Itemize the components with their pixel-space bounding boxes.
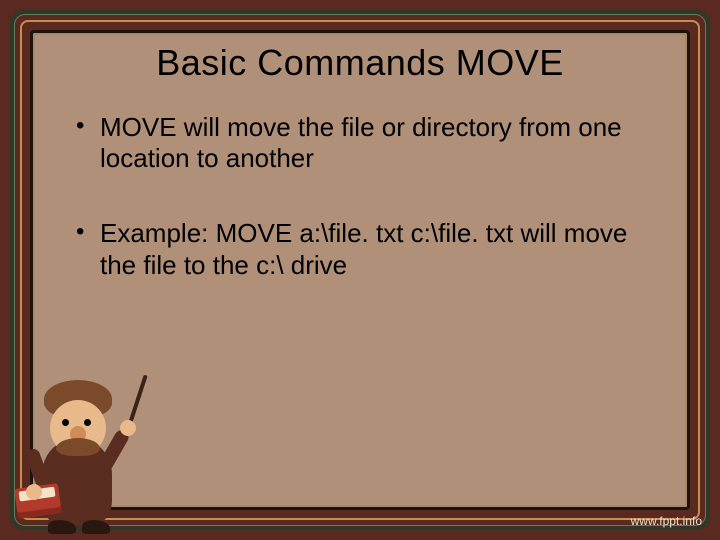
mascot-eye — [62, 419, 69, 426]
mascot-shoe — [48, 520, 76, 534]
mascot-mustache — [56, 438, 100, 456]
slide-title: Basic Commands MOVE — [58, 42, 662, 84]
bullet-list: MOVE will move the file or directory fro… — [58, 112, 662, 281]
teacher-mascot-illustration — [2, 366, 142, 536]
footer-source-link[interactable]: www.fppt.info — [631, 514, 702, 528]
mascot-hand — [26, 484, 42, 500]
bullet-item: Example: MOVE a:\file. txt c:\file. txt … — [80, 218, 662, 280]
mascot-shoe — [82, 520, 110, 534]
bullet-item: MOVE will move the file or directory fro… — [80, 112, 662, 174]
mascot-hand — [120, 420, 136, 436]
mascot-eye — [84, 419, 91, 426]
